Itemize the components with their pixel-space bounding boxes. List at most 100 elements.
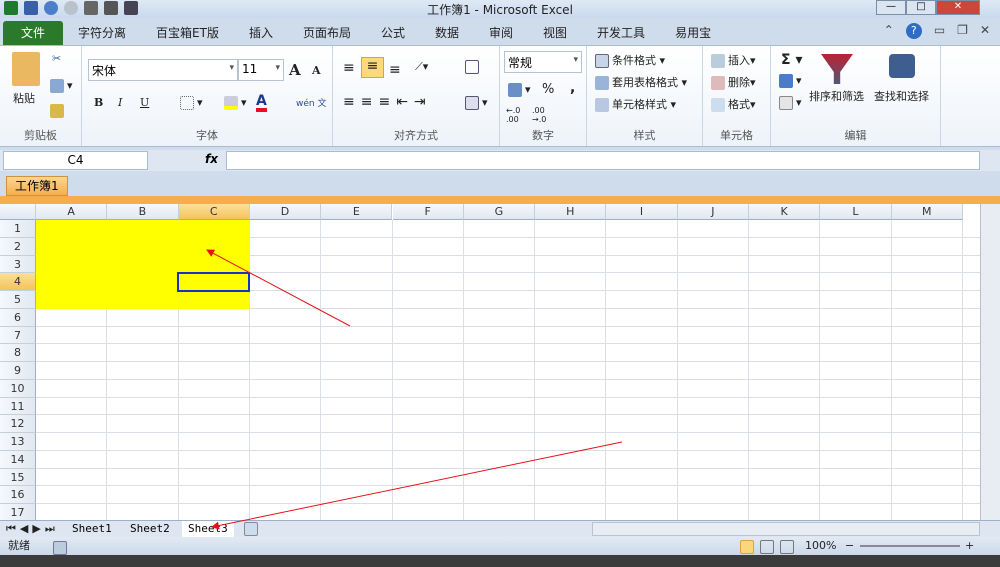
doc-restore-icon[interactable]: ❐: [957, 23, 968, 39]
page-break-view-icon[interactable]: [780, 538, 797, 556]
tab-easy[interactable]: 易用宝: [660, 21, 726, 45]
row-header-1[interactable]: 1: [0, 220, 36, 238]
horizontal-align-buttons[interactable]: ≡≡≡⇤⇥: [343, 94, 432, 110]
currency-button[interactable]: ▾: [508, 83, 531, 97]
font-size-select[interactable]: 11: [238, 59, 284, 81]
autosum-button[interactable]: Σ ▾: [781, 52, 802, 68]
grow-font-button[interactable]: A: [289, 61, 301, 79]
number-format-select[interactable]: 常规: [504, 51, 582, 73]
normal-view-icon[interactable]: [740, 538, 757, 556]
conditional-format-button[interactable]: 条件格式 ▾: [595, 52, 665, 68]
column-header-L[interactable]: L: [820, 204, 892, 220]
tab-char-split[interactable]: 字符分离: [63, 21, 141, 45]
select-all-corner[interactable]: [0, 204, 36, 220]
italic-button[interactable]: I: [118, 96, 122, 109]
insert-function-button[interactable]: fx: [205, 152, 218, 166]
tab-view[interactable]: 视图: [528, 21, 582, 45]
sort-filter-button[interactable]: 排序和筛选: [809, 88, 864, 104]
merge-center-button[interactable]: ▾: [465, 96, 488, 110]
tab-page-layout[interactable]: 页面布局: [288, 21, 366, 45]
maximize-button[interactable]: □: [906, 0, 936, 15]
paste-icon[interactable]: [12, 52, 40, 86]
spreadsheet-grid[interactable]: A B C D E F G H I J K L M 1 2 3 4 5 6 7 8 9 10 11 12 13 14 15 16 17: [0, 204, 980, 520]
row-header-15[interactable]: 15: [0, 468, 36, 487]
align-middle-button[interactable]: ≡: [361, 57, 384, 78]
row-header-12[interactable]: 12: [0, 415, 36, 433]
column-header-J[interactable]: J: [677, 204, 749, 220]
copy-icon[interactable]: ▾: [50, 79, 73, 93]
format-painter-icon[interactable]: [50, 104, 67, 118]
sheet-tab-2[interactable]: Sheet2: [124, 521, 176, 537]
tab-formulas[interactable]: 公式: [366, 21, 420, 45]
page-layout-view-icon[interactable]: [760, 538, 777, 556]
cut-icon[interactable]: ✂: [52, 52, 61, 65]
column-header-C[interactable]: C: [178, 204, 250, 220]
shrink-font-button[interactable]: A: [312, 64, 321, 77]
zoom-level[interactable]: 100%: [805, 537, 836, 555]
wrap-text-icon[interactable]: [465, 60, 482, 74]
row-header-13[interactable]: 13: [0, 433, 36, 451]
doc-close-icon[interactable]: ✕: [980, 23, 990, 39]
insert-cells-button[interactable]: 插入▾: [711, 52, 756, 68]
row-header-16[interactable]: 16: [0, 486, 36, 504]
row-header-9[interactable]: 9: [0, 362, 36, 380]
row-header-3[interactable]: 3: [0, 255, 36, 274]
horizontal-scrollbar[interactable]: [592, 522, 980, 536]
row-header-10[interactable]: 10: [0, 379, 36, 398]
row-header-11[interactable]: 11: [0, 397, 36, 416]
row-header-7[interactable]: 7: [0, 326, 36, 345]
formula-input[interactable]: [226, 151, 980, 170]
orientation-button[interactable]: ⟋▾: [415, 60, 428, 74]
decrease-decimal-button[interactable]: .00 →.0: [532, 106, 554, 124]
tab-data[interactable]: 数据: [420, 21, 474, 45]
cell-styles-button[interactable]: 单元格样式 ▾: [595, 96, 676, 112]
bold-button[interactable]: B: [94, 96, 103, 109]
row-header-17[interactable]: 17: [0, 504, 36, 520]
column-header-E[interactable]: E: [321, 204, 393, 220]
fill-button[interactable]: ▾: [779, 74, 802, 88]
border-button[interactable]: ▾: [180, 96, 203, 110]
row-header-4[interactable]: 4: [0, 273, 36, 291]
comma-button[interactable]: ,: [570, 80, 575, 96]
tab-developer[interactable]: 开发工具: [582, 21, 660, 45]
tab-insert[interactable]: 插入: [234, 21, 288, 45]
clear-button[interactable]: ▾: [779, 96, 802, 110]
delete-cells-button[interactable]: 删除▾: [711, 74, 756, 90]
column-header-G[interactable]: G: [463, 204, 536, 220]
active-cell-c4[interactable]: [177, 272, 250, 292]
sheet-tab-1[interactable]: Sheet1: [66, 521, 118, 537]
sort-filter-icon[interactable]: [821, 54, 853, 84]
sheet-tab-3[interactable]: Sheet3: [182, 521, 234, 537]
underline-button[interactable]: U: [140, 96, 149, 109]
doc-minimize-icon[interactable]: ▭: [934, 23, 945, 39]
format-cells-button[interactable]: 格式▾: [711, 96, 756, 112]
sheet-nav-buttons[interactable]: ⏮◀▶⏭: [6, 522, 59, 536]
workbook-tab[interactable]: 工作簿1: [6, 176, 68, 196]
column-header-K[interactable]: K: [749, 204, 821, 220]
help-icon[interactable]: ?: [905, 23, 922, 39]
row-header-6[interactable]: 6: [0, 308, 36, 327]
find-icon[interactable]: [889, 54, 915, 78]
minimize-button[interactable]: —: [876, 0, 906, 15]
column-header-F[interactable]: F: [392, 204, 464, 220]
row-header-2[interactable]: 2: [0, 237, 36, 256]
name-box[interactable]: C4: [3, 151, 148, 170]
collapse-ribbon-icon[interactable]: ⌃: [884, 23, 894, 39]
insert-sheet-icon[interactable]: [244, 522, 261, 536]
column-header-B[interactable]: B: [107, 204, 179, 220]
paste-button[interactable]: 粘贴: [13, 90, 35, 106]
font-color-button[interactable]: A: [256, 94, 267, 112]
percent-button[interactable]: %: [542, 82, 554, 97]
column-header-D[interactable]: D: [249, 204, 322, 220]
column-header-I[interactable]: I: [606, 204, 678, 220]
column-header-A[interactable]: A: [36, 204, 108, 220]
zoom-in-button[interactable]: +: [965, 537, 974, 555]
tab-review[interactable]: 审阅: [474, 21, 528, 45]
fill-color-button[interactable]: ▾: [224, 96, 247, 110]
tab-toolbox[interactable]: 百宝箱ET版: [141, 21, 234, 45]
column-header-H[interactable]: H: [535, 204, 607, 220]
close-button[interactable]: ✕: [936, 0, 980, 15]
column-header-M[interactable]: M: [891, 204, 963, 220]
row-header-14[interactable]: 14: [0, 450, 36, 469]
increase-decimal-button[interactable]: ←.0 .00: [506, 106, 528, 124]
